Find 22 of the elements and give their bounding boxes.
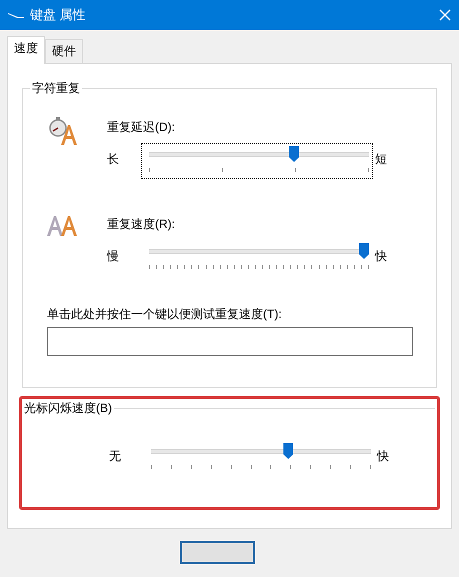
slider-min-label: 慢 — [107, 248, 120, 265]
slider-max-label: 短 — [374, 151, 387, 168]
slider-label: 重复速度(R): — [107, 216, 176, 232]
slider-min-label: 长 — [107, 151, 120, 168]
slider-thumb[interactable] — [359, 243, 369, 259]
tab[interactable]: 速度 — [7, 36, 45, 64]
slider-max-label: 快 — [374, 248, 387, 265]
group-title: 光标闪烁速度(B) — [24, 401, 114, 415]
slider-max-label: 快 — [376, 448, 389, 465]
window-title: 键盘 属性 — [30, 6, 87, 24]
slider-thumb[interactable] — [289, 146, 300, 162]
input-field[interactable] — [47, 327, 413, 356]
group-title: 字符重复 — [30, 81, 82, 95]
slider-thumb[interactable] — [283, 443, 294, 459]
field-label: 单击此处并按住一个键以便测试重复速度(T): — [47, 307, 283, 321]
dialog-button[interactable] — [180, 541, 255, 564]
close-icon[interactable] — [439, 9, 451, 21]
letters-icon — [47, 214, 79, 238]
stopwatch-letter-icon — [47, 117, 79, 147]
slider-min-label: 无 — [109, 448, 122, 465]
tab[interactable]: 硬件 — [45, 39, 83, 63]
slider-label: 重复延迟(D): — [107, 119, 176, 135]
